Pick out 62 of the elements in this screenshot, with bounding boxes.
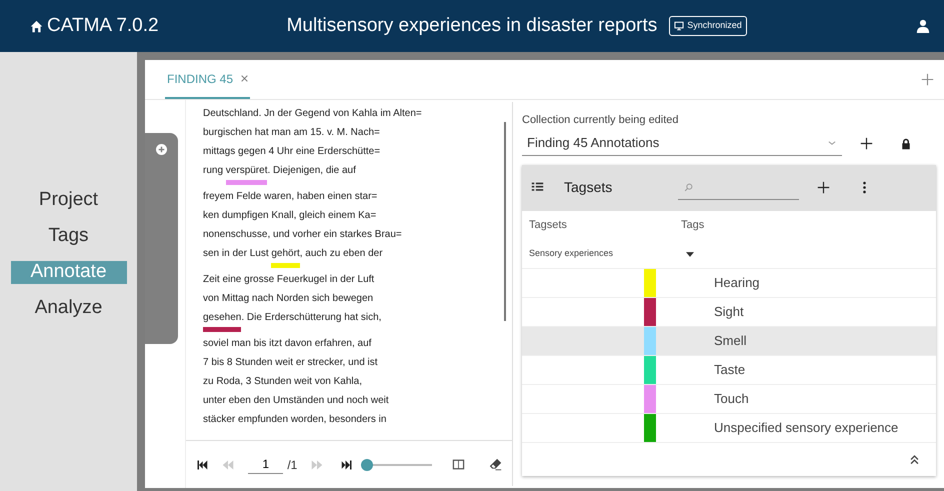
tagsets-title: Tagsets (564, 178, 612, 197)
add-tab-icon[interactable] (921, 73, 934, 86)
tag-label: Touch (714, 390, 749, 408)
document-line: mittags gegen 4 Uhr eine Erderschütte= (203, 145, 382, 159)
document-line: unter eben den Umständen und noch weit (203, 394, 390, 408)
caret-down-icon[interactable] (686, 252, 694, 256)
document-line: nonenschusse, und vorher ein starkes Brau= (203, 228, 403, 242)
nav-item[interactable]: Project (22, 189, 114, 212)
nav-item[interactable]: Tags (32, 225, 105, 248)
collapse-icon[interactable] (909, 454, 920, 464)
tag-row[interactable]: Sight (522, 298, 936, 326)
nav-item[interactable]: Analyze (18, 297, 118, 320)
tagset-name: Sensory experiences (529, 247, 614, 260)
tag-label: Smell (714, 332, 747, 350)
add-circle-icon[interactable] (156, 144, 167, 155)
tag-row[interactable]: Touch (522, 384, 936, 414)
tag-label: Hearing (714, 274, 760, 292)
document-line: stäcker empfunden worden, besonders in (203, 413, 388, 427)
tag-row[interactable]: Taste (522, 356, 936, 384)
document-line: zu Roda, 3 Stunden weit von Kahla, (203, 375, 363, 389)
document-line: soviel man bis itzt davon erfahren, auf (203, 337, 372, 351)
tag-label: Sight (714, 302, 744, 321)
scrollbar[interactable] (504, 122, 506, 321)
first-page-icon[interactable] (196, 458, 208, 470)
document-line: rung verspüret. Diejenigen, die auf (203, 161, 512, 187)
column-header: Tags (681, 218, 704, 234)
page-field[interactable]: 1 (248, 455, 284, 474)
user-icon[interactable] (916, 19, 930, 33)
zoom-slider[interactable] (361, 458, 432, 470)
document-line: Deutschland. Jn der Gegend von Kahla im Alten= (203, 107, 423, 121)
add-icon[interactable] (817, 181, 830, 194)
tag-row[interactable]: Smell (522, 326, 936, 356)
sync-badge: Synchronized (669, 16, 747, 36)
document-line: ken dumpfigen Knall, gleich einem Ka= (203, 209, 378, 223)
app-title[interactable]: CATMA 7.0.2 (47, 12, 159, 40)
project-title: Multisensory experiences in disaster reports (286, 14, 658, 38)
last-page-icon[interactable] (341, 458, 354, 470)
tag-label: Unspecified sensory experience (714, 418, 898, 437)
tag-row[interactable]: Unspecified sensory experience (522, 414, 936, 442)
collection-label: Collection currently being edited (522, 113, 680, 128)
eraser-icon[interactable] (489, 458, 502, 471)
add-icon[interactable] (860, 137, 873, 150)
document-line: freyem Felde waren, haben einen star= (203, 190, 378, 204)
document-line: gesehen. Die Erderschütterung hat sich, (203, 308, 512, 334)
document-line: 7 bis 8 Stunden weit er strecker, und ist (203, 356, 379, 370)
document-line: sen in der Lust gehört, auch zu eben der (203, 244, 512, 270)
search-icon (684, 182, 694, 192)
tag-label: Taste (714, 360, 746, 379)
home-icon[interactable] (30, 20, 43, 32)
lock-icon[interactable] (900, 138, 912, 150)
document-line: von Mittag nach Norden sich bewegen (203, 292, 374, 306)
close-icon[interactable] (241, 75, 248, 82)
monitor-icon (674, 21, 684, 31)
list-icon[interactable] (531, 181, 544, 194)
page-total: /1 (287, 456, 298, 474)
document-line: burgischen hat man am 15. v. M. Nach= (203, 126, 381, 140)
column-header: Tagsets (529, 218, 568, 234)
collection-select[interactable]: Finding 45 Annotations (522, 132, 842, 156)
document-line: Zeit eine grosse Feuerkugel in der Luft (203, 273, 376, 287)
layout-icon[interactable] (452, 458, 465, 471)
slider-thumb[interactable] (361, 458, 374, 470)
tag-row[interactable]: Hearing (522, 268, 936, 298)
